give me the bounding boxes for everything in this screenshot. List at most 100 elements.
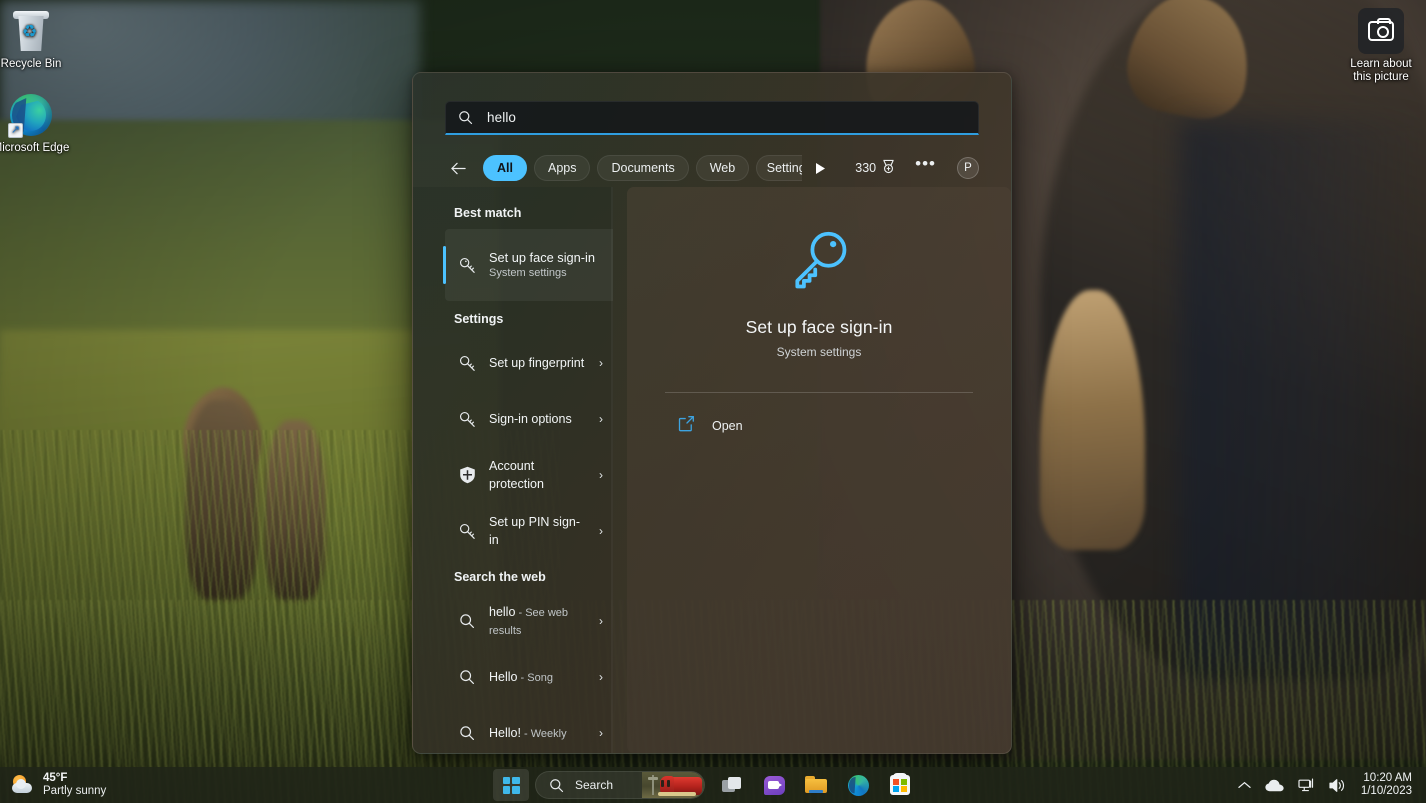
section-header-settings: Settings <box>445 301 613 335</box>
result-item-web-hello-song[interactable]: Hello - Song › <box>445 649 609 705</box>
taskbar-system-tray: 10:20 AM 1/10/2023 <box>1231 767 1426 803</box>
filter-pill-apps[interactable]: Apps <box>534 155 591 181</box>
taskbar-app-file-explorer[interactable] <box>797 769 835 801</box>
taskbar-app-microsoft-store[interactable] <box>881 769 919 801</box>
result-item-best-match[interactable]: Set up face sign-in System settings <box>445 229 613 301</box>
open-external-icon <box>678 415 695 437</box>
taskbar-clock[interactable]: 10:20 AM 1/10/2023 <box>1353 772 1416 798</box>
search-body: Best match Set up face sign-in System se… <box>413 187 1011 753</box>
result-title: Hello! <box>489 726 521 740</box>
result-subtitle: System settings <box>489 266 611 280</box>
chevron-right-icon: › <box>599 356 603 370</box>
result-item-web-hello-weekly[interactable]: Hello! - Weekly › <box>445 705 609 753</box>
shortcut-arrow-icon: ↗ <box>8 123 23 138</box>
search-icon <box>456 725 478 741</box>
result-item-set-up-fingerprint[interactable]: Set up fingerprint › <box>445 335 609 391</box>
result-title: Hello <box>489 670 518 684</box>
taskbar: 45°F Partly sunny Search <box>0 767 1426 803</box>
desktop-icon-label: Recycle Bin <box>0 58 70 71</box>
search-header: hello <box>413 73 1011 135</box>
start-button[interactable] <box>493 769 529 801</box>
result-title: Set up PIN sign-in <box>489 515 580 547</box>
shield-icon <box>456 466 478 484</box>
taskbar-search-box[interactable]: Search <box>535 771 705 799</box>
network-icon[interactable] <box>1291 770 1322 800</box>
chevron-up-icon[interactable] <box>1231 770 1258 800</box>
rewards-points-value: 330 <box>855 161 876 175</box>
taskbar-weather-widget[interactable]: 45°F Partly sunny <box>0 767 106 803</box>
filter-pill-settings[interactable]: Setting <box>756 155 802 181</box>
result-suffix: - Song <box>518 672 553 684</box>
speaker-icon[interactable] <box>1322 770 1353 800</box>
search-icon <box>456 613 478 629</box>
taskbar-app-microsoft-edge[interactable] <box>839 769 877 801</box>
overflow-menu-button[interactable]: ••• <box>915 159 936 177</box>
camera-icon <box>1342 8 1420 54</box>
search-icon <box>549 778 564 793</box>
rewards-points[interactable]: 330 <box>855 159 896 178</box>
filter-pill-documents[interactable]: Documents <box>597 155 688 181</box>
taskbar-center-group: Search <box>493 767 919 803</box>
rewards-medal-icon <box>881 159 896 178</box>
chevron-right-icon: › <box>599 468 603 482</box>
desktop-icon-microsoft-edge[interactable]: ↗ Microsoft Edge <box>0 92 70 155</box>
desktop-icon-label: Learn about this picture <box>1342 58 1420 84</box>
search-input[interactable]: hello <box>445 101 979 135</box>
result-suffix: - Weekly <box>521 728 567 740</box>
search-results-list: Best match Set up face sign-in System se… <box>413 187 613 753</box>
result-item-web-hello[interactable]: hello - See web results › <box>445 593 609 649</box>
result-title: Account protection <box>489 459 544 491</box>
desktop-icon-learn-about-this-picture[interactable]: Learn about this picture <box>1342 8 1420 84</box>
desktop-icon-label: Microsoft Edge <box>0 142 70 155</box>
chevron-right-icon: › <box>599 412 603 426</box>
search-icon <box>458 110 473 125</box>
search-flyout: hello All Apps Documents Web Setting 330 <box>412 72 1012 754</box>
chevron-right-icon: › <box>599 670 603 684</box>
chevron-right-icon: › <box>599 726 603 740</box>
red-train-icon <box>642 772 704 798</box>
section-header-search-the-web: Search the web <box>445 559 613 593</box>
clock-time: 10:20 AM <box>1361 772 1412 785</box>
folder-icon <box>805 776 827 794</box>
section-header-best-match: Best match <box>445 195 613 229</box>
taskbar-app-task-view[interactable] <box>713 769 751 801</box>
desktop-icon-recycle-bin[interactable]: ♻ Recycle Bin <box>0 8 70 71</box>
play-triangle-icon[interactable] <box>812 162 828 175</box>
clock-date: 1/10/2023 <box>1361 785 1412 798</box>
result-item-sign-in-options[interactable]: Sign-in options › <box>445 391 609 447</box>
chat-icon <box>764 776 785 795</box>
cloud-icon[interactable] <box>1258 770 1291 800</box>
edge-logo-icon <box>848 775 869 796</box>
recycle-bin-icon: ♻ <box>0 8 70 54</box>
chevron-right-icon: › <box>599 524 603 538</box>
preview-action-label: Open <box>712 419 743 433</box>
result-item-account-protection[interactable]: Account protection › <box>445 447 609 503</box>
result-title: Set up face sign-in <box>489 250 611 265</box>
result-title: Set up fingerprint <box>489 356 584 370</box>
result-title: hello <box>489 605 515 619</box>
preview-title: Set up face sign-in <box>661 317 977 338</box>
search-icon <box>456 669 478 685</box>
preview-action-open[interactable]: Open <box>661 406 977 446</box>
account-avatar[interactable]: P <box>957 157 979 179</box>
key-icon <box>456 256 478 275</box>
result-item-set-up-pin-sign-in[interactable]: Set up PIN sign-in › <box>445 503 609 559</box>
task-view-icon <box>722 777 742 793</box>
taskbar-app-chat[interactable] <box>755 769 793 801</box>
search-preview-panel: Set up face sign-in System settings Open <box>627 187 1011 753</box>
search-filter-row: All Apps Documents Web Setting 330 ••• P <box>413 135 1011 187</box>
weather-temperature: 45°F <box>43 772 106 785</box>
filter-pill-all[interactable]: All <box>483 155 527 181</box>
preview-divider <box>665 392 973 393</box>
key-icon <box>661 229 977 295</box>
chevron-right-icon: › <box>599 614 603 628</box>
result-title: Sign-in options <box>489 412 572 426</box>
weather-condition: Partly sunny <box>43 785 106 798</box>
store-icon <box>890 775 910 795</box>
key-icon <box>456 522 478 541</box>
filter-pill-web[interactable]: Web <box>696 155 749 181</box>
windows-logo-icon <box>503 777 520 794</box>
preview-subtitle: System settings <box>661 345 977 359</box>
search-input-value: hello <box>487 110 516 125</box>
back-arrow-icon[interactable] <box>445 155 471 181</box>
